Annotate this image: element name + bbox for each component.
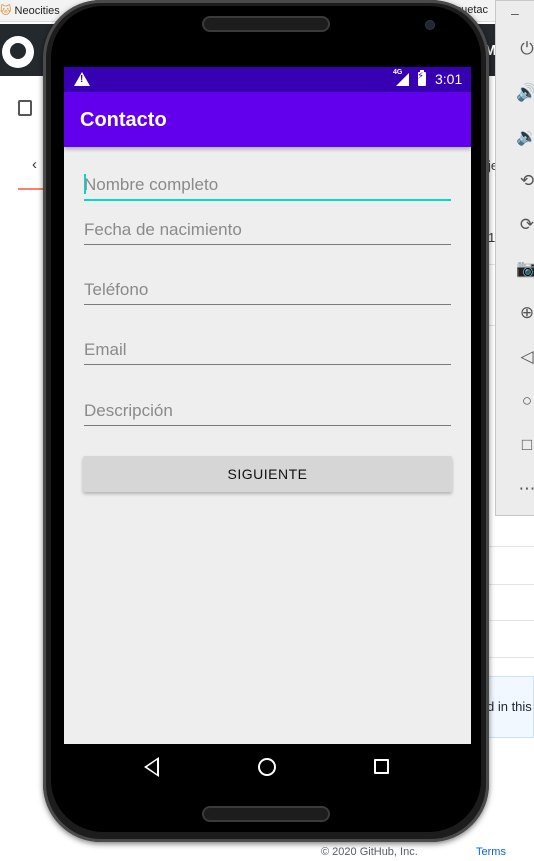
signal-icon — [396, 73, 409, 86]
next-button[interactable]: SIGUIENTE — [83, 456, 452, 492]
camera-icon[interactable]: 📷 — [516, 257, 534, 279]
email-field[interactable] — [84, 331, 451, 365]
neocities-cat-icon: 🐱 — [0, 5, 12, 17]
android-nav-bar — [64, 744, 471, 792]
repo-icon — [18, 100, 32, 116]
nav-recents-icon[interactable] — [374, 759, 389, 774]
volume-up-icon[interactable]: 🔊 — [516, 81, 534, 103]
description-input[interactable] — [84, 401, 451, 421]
device-screen: 4G 3:01 Contacto SIGUIENTE — [64, 67, 471, 744]
rotate-left-icon[interactable]: ⟲ — [516, 169, 534, 191]
phone-input[interactable] — [84, 280, 451, 300]
emulator-toolbar: – ⏻ 🔊 🔉 ⟲ ⟳ 📷 ⊕ ◁ ○ □ ⋯ — [495, 0, 534, 516]
github-footer-terms-link[interactable]: Terms — [476, 846, 506, 858]
nav-back-icon[interactable] — [144, 757, 159, 777]
birth-date-input[interactable] — [84, 220, 451, 240]
description-field[interactable] — [84, 392, 451, 426]
minimize-button[interactable]: – — [511, 5, 519, 21]
github-notice-box: d in this — [486, 676, 534, 738]
battery-charging-icon — [417, 70, 426, 86]
email-input[interactable] — [84, 340, 451, 360]
power-icon[interactable]: ⏻ — [516, 37, 534, 59]
warning-icon — [74, 72, 90, 86]
browser-tab-neocities[interactable]: 🐱 Neocities — [0, 4, 60, 17]
github-divider — [488, 546, 534, 547]
app-bar: Contacto — [64, 92, 471, 147]
top-speaker — [202, 16, 330, 32]
phone-field[interactable] — [84, 271, 451, 305]
github-divider — [488, 584, 534, 585]
app-title: Contacto — [80, 109, 167, 131]
birth-date-field[interactable] — [84, 211, 451, 245]
rotate-right-icon[interactable]: ⟳ — [516, 213, 534, 235]
home-icon[interactable]: ○ — [516, 389, 534, 411]
back-icon[interactable]: ◁ — [516, 345, 534, 367]
github-divider — [488, 657, 534, 658]
bottom-speaker — [202, 806, 330, 822]
chevron-left-icon[interactable]: ‹ — [32, 156, 37, 173]
nav-home-icon[interactable] — [258, 758, 276, 776]
status-bar: 4G 3:01 — [64, 67, 471, 92]
full-name-field[interactable] — [84, 167, 451, 201]
more-icon[interactable]: ⋯ — [516, 477, 534, 499]
overview-icon[interactable]: □ — [516, 433, 534, 455]
front-camera — [425, 20, 435, 30]
browser-tab-label: Neocities — [14, 5, 60, 17]
zoom-icon[interactable]: ⊕ — [516, 301, 534, 323]
full-name-input[interactable] — [84, 175, 451, 195]
github-divider — [488, 620, 534, 621]
github-footer-copyright: © 2020 GitHub, Inc. — [321, 846, 418, 858]
volume-down-icon[interactable]: 🔉 — [516, 125, 534, 147]
github-notice-text: d in this — [487, 699, 532, 714]
github-logo-icon[interactable] — [2, 36, 34, 68]
status-clock: 3:01 — [435, 71, 463, 87]
